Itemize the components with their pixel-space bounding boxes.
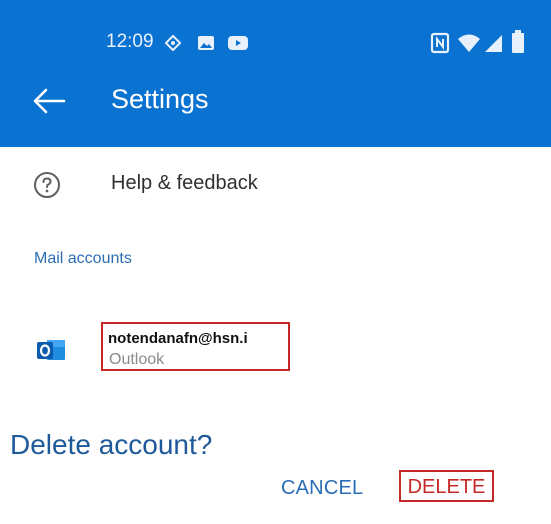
dialog-title: Delete account?	[10, 429, 213, 460]
youtube-icon	[228, 36, 248, 50]
status-time: 12:09	[106, 31, 154, 52]
nfc-icon	[430, 32, 450, 54]
account-type: Outlook	[109, 351, 165, 368]
outlook-icon	[37, 340, 65, 360]
arrow-left-icon[interactable]	[32, 88, 66, 114]
account-email: notendanafn@hsn.i	[108, 330, 248, 347]
battery-icon	[512, 30, 524, 53]
help-feedback-item[interactable]	[0, 157, 551, 217]
signal-icon	[485, 35, 502, 52]
wifi-icon	[458, 34, 480, 52]
help-circle-icon	[34, 172, 60, 198]
help-feedback-label: Help & feedback	[111, 172, 258, 194]
page-title: Settings	[111, 84, 209, 114]
cancel-button[interactable]: CANCEL	[281, 477, 363, 500]
app-bar	[0, 0, 551, 147]
mail-accounts-section-title: Mail accounts	[34, 250, 132, 267]
gallery-icon	[198, 36, 214, 50]
delete-button[interactable]: DELETE	[399, 470, 494, 502]
diamond-icon	[165, 35, 181, 51]
